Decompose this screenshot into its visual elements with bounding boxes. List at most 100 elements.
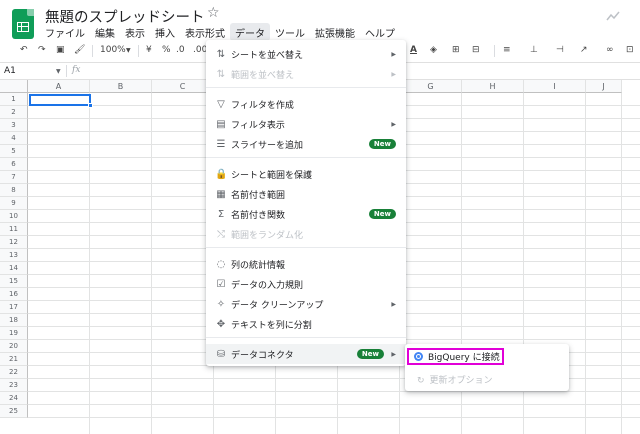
sort-icon: ⇅: [216, 48, 226, 60]
data-menu-item-9[interactable]: ◌ 列の統計情報: [206, 254, 406, 274]
filter-view-icon: ▤: [216, 118, 226, 130]
row-header[interactable]: 24: [0, 392, 28, 405]
menu-item-8[interactable]: ヘルプ: [360, 23, 400, 41]
text-color-icon[interactable]: A: [410, 45, 417, 55]
sort-range-icon: ⇅: [216, 68, 226, 80]
row-header[interactable]: 5: [0, 145, 28, 158]
menu-item-3[interactable]: 挿入: [150, 23, 180, 41]
select-all-corner[interactable]: [0, 80, 28, 93]
percent-format-button[interactable]: %: [162, 45, 171, 55]
row-header[interactable]: 18: [0, 314, 28, 327]
decrease-decimal-button[interactable]: .0: [176, 45, 185, 55]
data-menu-item-label: スライサーを追加: [231, 140, 304, 151]
menu-item-2[interactable]: 表示: [120, 23, 150, 41]
data-menu-item-label: テキストを列に分割: [231, 320, 312, 331]
activity-trend-icon[interactable]: [606, 11, 620, 21]
row-header[interactable]: 4: [0, 132, 28, 145]
menu-divider: [206, 247, 406, 248]
merge-cells-icon[interactable]: ⊟: [472, 45, 480, 55]
currency-format-button[interactable]: ¥: [146, 45, 152, 55]
row-header[interactable]: 17: [0, 301, 28, 314]
refresh-options-item[interactable]: ↻ 更新オプション: [417, 373, 493, 386]
undo-icon[interactable]: ↶: [20, 45, 28, 55]
data-menu-item-1: ⇅ 範囲を並べ替え ▶: [206, 64, 406, 84]
data-menu-item-7[interactable]: Σ 名前付き関数 New: [206, 204, 406, 224]
fill-color-icon[interactable]: ◈: [430, 45, 437, 55]
row-header[interactable]: 11: [0, 223, 28, 236]
data-menu-item-6[interactable]: ▦ 名前付き範囲: [206, 184, 406, 204]
row-header[interactable]: 25: [0, 405, 28, 418]
data-menu-item-10[interactable]: ☑ データの入力規則: [206, 274, 406, 294]
new-badge: New: [368, 209, 396, 219]
column-header[interactable]: A: [28, 80, 90, 93]
menu-divider: [206, 87, 406, 88]
row-header[interactable]: 15: [0, 275, 28, 288]
comment-icon[interactable]: ⊡: [626, 45, 634, 55]
row-header[interactable]: 14: [0, 262, 28, 275]
data-menu-item-13[interactable]: ⛁ データコネクタ New ▶: [206, 344, 406, 364]
column-header[interactable]: J: [586, 80, 622, 93]
menu-divider: [206, 337, 406, 338]
row-header[interactable]: 20: [0, 340, 28, 353]
sheets-logo[interactable]: [12, 9, 34, 39]
fx-icon: fx: [72, 65, 81, 75]
align-left-icon[interactable]: ≡: [503, 45, 511, 55]
chevron-right-icon: ▶: [391, 350, 396, 358]
column-header[interactable]: I: [524, 80, 586, 93]
name-box-dropdown-icon[interactable]: ▼: [56, 68, 61, 75]
row-header[interactable]: 10: [0, 210, 28, 223]
menu-item-6[interactable]: ツール: [270, 23, 310, 41]
menu-item-5[interactable]: データ: [230, 23, 270, 41]
data-menu-item-12[interactable]: ✥ テキストを列に分割: [206, 314, 406, 334]
row-header[interactable]: 21: [0, 353, 28, 366]
column-header[interactable]: G: [400, 80, 462, 93]
name-box[interactable]: A1: [4, 66, 16, 76]
menu-item-1[interactable]: 編集: [90, 23, 120, 41]
data-menu-item-3[interactable]: ▤ フィルタ表示 ▶: [206, 114, 406, 134]
data-menu-item-11[interactable]: ✧ データ クリーンアップ ▶: [206, 294, 406, 314]
vertical-align-icon[interactable]: ⊥: [530, 45, 538, 55]
redo-icon[interactable]: ↷: [38, 45, 46, 55]
refresh-options-label: 更新オプション: [429, 376, 493, 386]
row-header[interactable]: 16: [0, 288, 28, 301]
row-header[interactable]: 6: [0, 158, 28, 171]
data-menu-item-0[interactable]: ⇅ シートを並べ替え ▶: [206, 44, 406, 64]
data-menu-dropdown: ⇅ シートを並べ替え ▶ ⇅ 範囲を並べ替え ▶ ▽ フィルタを作成 ▤ フィルタ表示 ▶ ☰ スライサ…: [206, 40, 406, 366]
text-rotate-icon[interactable]: ↗: [580, 45, 588, 55]
row-header[interactable]: 22: [0, 366, 28, 379]
row-header[interactable]: 13: [0, 249, 28, 262]
text-wrap-icon[interactable]: ⊣: [556, 45, 564, 55]
print-icon[interactable]: ▣: [56, 45, 65, 55]
column-header[interactable]: C: [152, 80, 214, 93]
connect-bigquery-item[interactable]: BigQuery に接続: [407, 348, 504, 365]
data-menu-item-5[interactable]: 🔒 シートと範囲を保護: [206, 164, 406, 184]
row-header[interactable]: 12: [0, 236, 28, 249]
zoom-select[interactable]: 100%: [100, 45, 126, 55]
row-header[interactable]: 8: [0, 184, 28, 197]
data-menu-item-label: シートを並べ替え: [231, 50, 304, 61]
data-menu-item-label: データ クリーンアップ: [231, 300, 324, 311]
row-header[interactable]: 3: [0, 119, 28, 132]
data-menu-item-4[interactable]: ☰ スライサーを追加 New: [206, 134, 406, 154]
menu-item-4[interactable]: 表示形式: [180, 23, 230, 41]
column-header[interactable]: B: [90, 80, 152, 93]
link-icon[interactable]: ∞: [606, 45, 614, 55]
paint-format-icon[interactable]: 🖌: [74, 45, 85, 55]
column-header[interactable]: H: [462, 80, 524, 93]
row-header[interactable]: 23: [0, 379, 28, 392]
row-header[interactable]: 2: [0, 106, 28, 119]
selected-cell-a1[interactable]: [29, 94, 91, 106]
fill-handle[interactable]: [88, 103, 93, 108]
row-header[interactable]: 7: [0, 171, 28, 184]
borders-icon[interactable]: ⊞: [452, 45, 460, 55]
row-header[interactable]: 1: [0, 93, 28, 106]
data-menu-item-2[interactable]: ▽ フィルタを作成: [206, 94, 406, 114]
data-menu-item-label: 名前付き範囲: [231, 190, 286, 201]
menu-item-0[interactable]: ファイル: [40, 23, 90, 41]
data-menu-item-label: 列の統計情報: [231, 260, 286, 271]
menu-item-7[interactable]: 拡張機能: [310, 23, 360, 41]
star-icon[interactable]: ☆: [207, 5, 220, 21]
row-header[interactable]: 19: [0, 327, 28, 340]
chevron-down-icon: ▼: [126, 47, 131, 54]
row-header[interactable]: 9: [0, 197, 28, 210]
